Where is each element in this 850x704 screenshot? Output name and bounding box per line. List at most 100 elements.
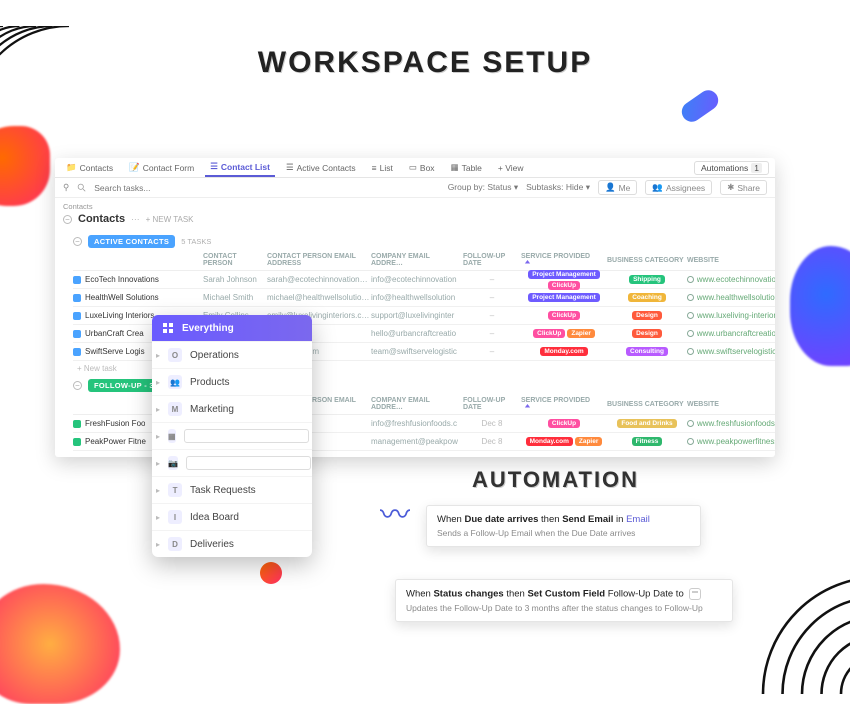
filter-icon[interactable]: ⚲ [63, 182, 69, 193]
col-email[interactable]: CONTACT PERSON EMAIL ADDRESS [267, 253, 371, 267]
group-by-control[interactable]: Group by: Status ▾ [448, 182, 518, 193]
cell-follow-up: – [463, 293, 521, 302]
table-row[interactable]: EcoTech Innovations Sarah Johnson sarah@… [73, 271, 775, 289]
cell-service[interactable]: Project Management [521, 293, 607, 302]
switcher-item[interactable]: ▸ D Deliveries [152, 530, 312, 557]
cell-email: sarah@ecotechinnovations.com [267, 275, 371, 284]
space-name-input[interactable] [186, 456, 311, 470]
globe-icon [687, 294, 694, 301]
cell-website[interactable]: www.ecotechinnovations.com [687, 275, 775, 284]
col-category[interactable]: BUSINESS CATEGORY [607, 257, 687, 264]
automation-card-status-change[interactable]: When Status changes then Set Custom Fiel… [395, 579, 733, 622]
cell-service[interactable]: Monday.comZapier [521, 437, 607, 446]
cell-website[interactable]: www.freshfusionfoods.com [687, 419, 775, 428]
cell-follow-up: – [463, 329, 521, 338]
tab-label: Contacts [80, 163, 114, 173]
automations-button[interactable]: Automations 1 [694, 161, 769, 175]
cell-website[interactable]: www.peakpowerfitness.com [687, 437, 775, 446]
tab-contacts[interactable]: 📁 Contacts [61, 158, 118, 177]
switcher-item[interactable]: ▸ ▦ [152, 422, 312, 449]
task-name[interactable]: EcoTech Innovations [73, 275, 203, 284]
cell-website[interactable]: www.urbancraftcreations.com [687, 329, 775, 338]
cell-category[interactable]: Design [607, 329, 687, 338]
col-website[interactable]: WEBSITE [687, 257, 775, 264]
cell-service[interactable]: Project ManagementClickUp [521, 270, 607, 290]
subtasks-control[interactable]: Subtasks: Hide ▾ [526, 182, 590, 193]
globe-icon [687, 438, 694, 445]
col-contact-person[interactable]: CONTACT PERSON [203, 253, 267, 267]
space-badge-icon: T [168, 483, 182, 497]
cell-category[interactable]: Coaching [607, 293, 687, 302]
tab-list[interactable]: ≡ List [367, 158, 398, 177]
col-category[interactable]: BUSINESS CATEGORY [607, 401, 687, 408]
globe-icon [687, 330, 694, 337]
cell-company-email: info@freshfusionfoods.c [371, 419, 463, 428]
tab-active-contacts[interactable]: ☰ Active Contacts [281, 158, 361, 177]
table-row[interactable]: HealthWell Solutions Michael Smith micha… [73, 289, 775, 307]
cell-category[interactable]: Design [607, 311, 687, 320]
search-input[interactable] [94, 183, 205, 193]
cell-follow-up: Dec 8 [463, 419, 521, 428]
cell-category[interactable]: Fitness [607, 437, 687, 446]
tab-table[interactable]: ▦ Table [446, 158, 487, 177]
decor-blob-tl [0, 126, 50, 206]
switcher-item[interactable]: ▸ I Idea Board [152, 503, 312, 530]
group-status-pill[interactable]: ACTIVE CONTACTS [88, 235, 175, 248]
cell-company-email: info@healthwellsolution [371, 293, 463, 302]
space-badge-icon: 👥 [168, 375, 182, 389]
switcher-item[interactable]: ▸ T Task Requests [152, 476, 312, 503]
column-headers: CONTACT PERSON CONTACT PERSON EMAIL ADDR… [73, 250, 775, 271]
cell-service[interactable]: Monday.com [521, 347, 607, 356]
me-button[interactable]: 👤 Me [598, 180, 637, 195]
col-website[interactable]: WEBSITE [687, 401, 775, 408]
toolbar: ⚲ Group by: Status ▾ Subtasks: Hide ▾ 👤 … [55, 178, 775, 198]
status-square-icon [73, 294, 81, 302]
col-service[interactable]: SERVICE PROVIDED [521, 253, 607, 267]
assignees-button[interactable]: 👥 Assignees [645, 180, 712, 195]
space-name-input[interactable] [184, 429, 309, 443]
switcher-item[interactable]: ▸ 👥 Products [152, 368, 312, 395]
tab-contact-form[interactable]: 📝 Contact Form [124, 158, 199, 177]
space-badge-icon: ▦ [168, 429, 176, 443]
cell-category[interactable]: Shipping [607, 275, 687, 284]
folder-icon: 📁 [66, 162, 77, 173]
cell-website[interactable]: www.healthwellsolutions.com [687, 293, 775, 302]
col-follow-up[interactable]: FOLLOW-UP DATE [463, 397, 521, 411]
collapse-icon[interactable]: – [73, 381, 82, 390]
cell-category[interactable]: Consulting [607, 347, 687, 356]
cell-website[interactable]: www.luxeliving-interiors.com [687, 311, 775, 320]
globe-icon [687, 276, 694, 283]
col-service[interactable]: SERVICE PROVIDED [521, 397, 607, 411]
col-company-email[interactable]: COMPANY EMAIL ADDRE… [371, 253, 463, 267]
col-follow-up[interactable]: FOLLOW-UP DATE [463, 253, 521, 267]
status-square-icon [73, 312, 81, 320]
automations-count: 1 [751, 163, 762, 173]
space-label: Idea Board [190, 512, 239, 523]
chevron-right-icon: ▸ [156, 378, 160, 387]
list-options-icon[interactable]: ⋯ [131, 214, 140, 225]
col-company-email[interactable]: COMPANY EMAIL ADDRE… [371, 397, 463, 411]
tab-contact-list[interactable]: ☰ Contact List [205, 158, 275, 177]
switcher-header-label: Everything [182, 323, 234, 334]
task-name[interactable]: HealthWell Solutions [73, 293, 203, 302]
tab-add-view[interactable]: + View [493, 158, 529, 177]
switcher-item[interactable]: ▸ M Marketing [152, 395, 312, 422]
cell-service[interactable]: ClickUp [521, 419, 607, 428]
cell-service[interactable]: ClickUpZapier [521, 329, 607, 338]
new-task-button[interactable]: + NEW TASK [146, 215, 194, 224]
switcher-item[interactable]: ▸ 📷 [152, 449, 312, 476]
automation-card-due-date[interactable]: When Due date arrives then Send Email in… [426, 505, 701, 547]
cell-category[interactable]: Food and Drinks [607, 419, 687, 428]
cell-service[interactable]: ClickUp [521, 311, 607, 320]
tab-box[interactable]: ▭ Box [404, 158, 440, 177]
cell-contact-person: Michael Smith [203, 293, 267, 302]
collapse-icon[interactable]: – [73, 237, 82, 246]
tab-label: Active Contacts [297, 163, 356, 173]
cell-website[interactable]: www.swiftservelogistics.com [687, 347, 775, 356]
switcher-everything[interactable]: Everything [152, 315, 312, 341]
share-button[interactable]: ✱ Share [720, 180, 767, 195]
sort-icon [524, 260, 531, 267]
status-square-icon [73, 438, 81, 446]
switcher-item[interactable]: ▸ O Operations [152, 341, 312, 368]
collapse-icon[interactable]: – [63, 215, 72, 224]
